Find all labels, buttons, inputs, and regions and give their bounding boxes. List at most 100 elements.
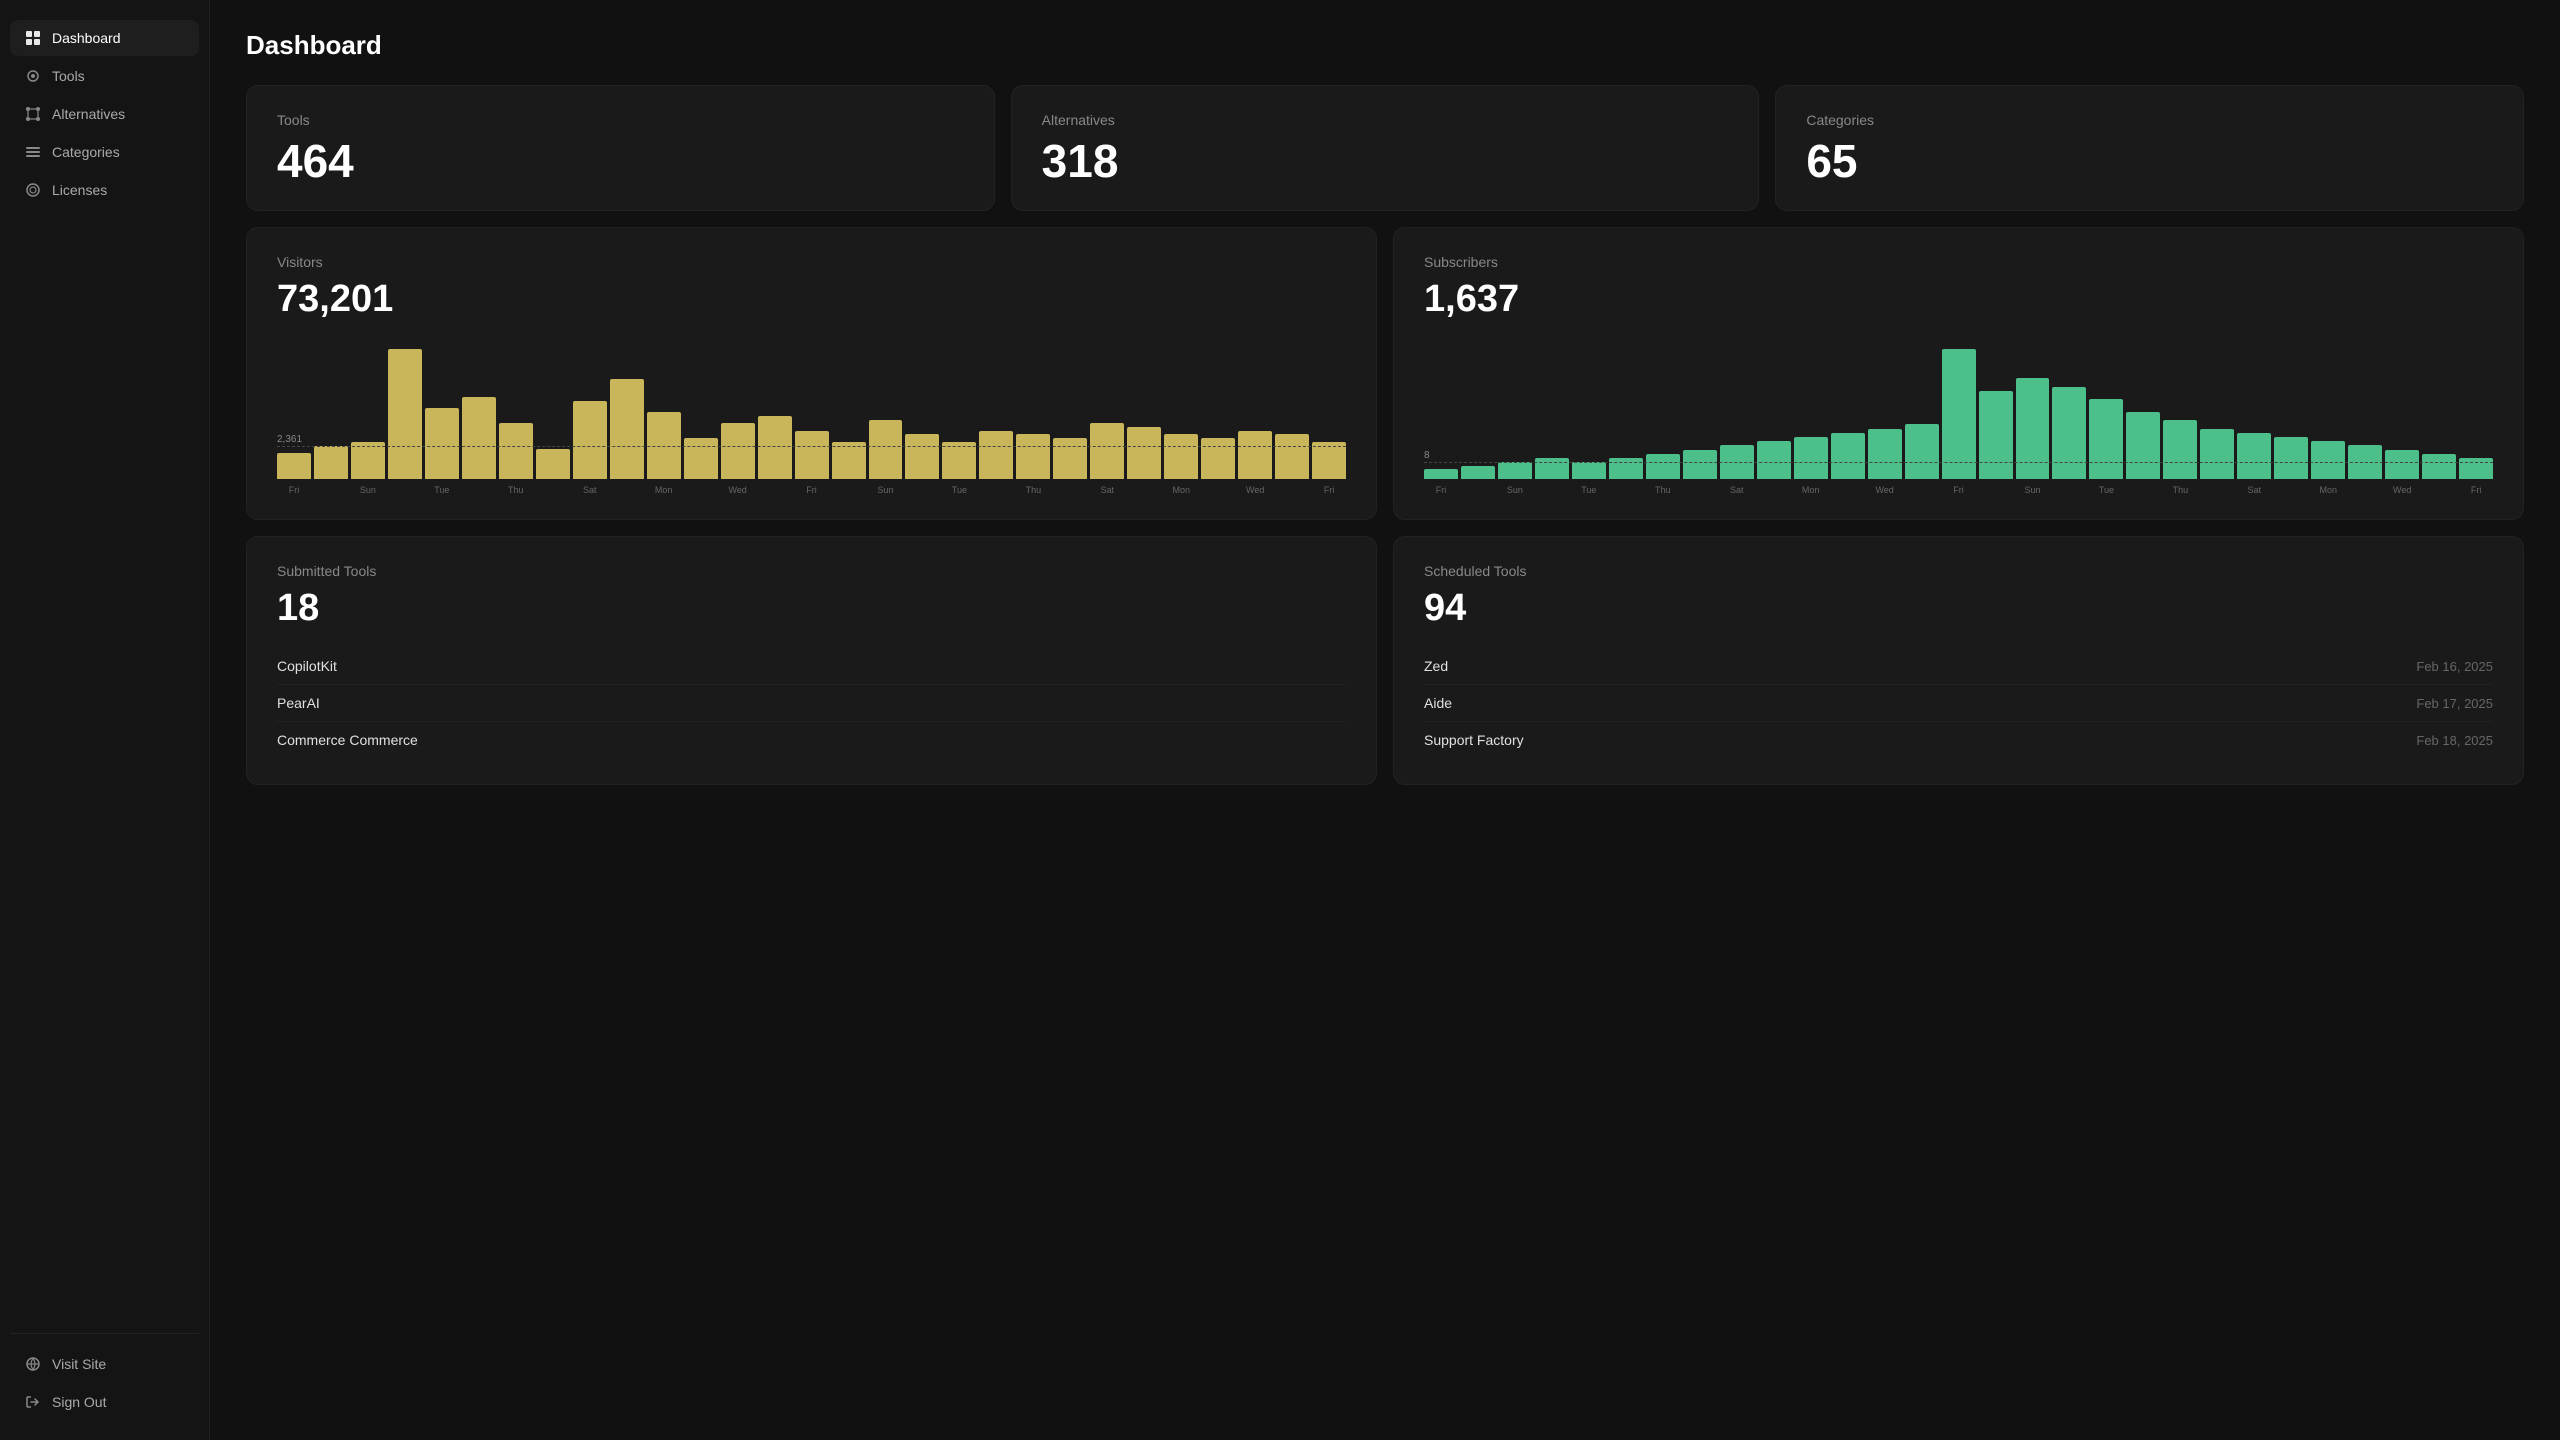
subscriber-bar — [1794, 437, 1828, 479]
stat-value-alternatives: 318 — [1042, 138, 1729, 184]
visitor-x-label: Wed — [721, 485, 755, 495]
visitor-x-label: Fri — [277, 485, 311, 495]
sidebar-item-alternatives-label: Alternatives — [52, 106, 125, 122]
subscriber-x-label: Thu — [1646, 485, 1680, 495]
visitor-bar — [499, 423, 533, 479]
visitor-x-label: Mon — [1164, 485, 1198, 495]
subscriber-bar — [1868, 429, 1902, 479]
sidebar-bottom: Visit Site Sign Out — [0, 1346, 209, 1420]
visitor-bar — [425, 408, 459, 479]
visitor-bar — [1090, 423, 1124, 479]
scheduled-tools-title: Scheduled Tools — [1424, 563, 2493, 579]
visitor-bar — [979, 431, 1013, 479]
visitor-bar — [758, 416, 792, 479]
scheduled-item-1-date: Feb 17, 2025 — [2416, 696, 2493, 711]
stat-label-tools: Tools — [277, 112, 964, 128]
visitor-bar — [462, 397, 496, 479]
alternatives-icon — [24, 105, 42, 123]
scheduled-tools-value: 94 — [1424, 587, 2493, 630]
visitor-bar — [314, 446, 348, 479]
subscribers-chart-card: Subscribers 1,637 8 FriSunTueThuSatMonWe… — [1393, 227, 2524, 520]
sidebar-item-sign-out[interactable]: Sign Out — [10, 1384, 199, 1420]
visitor-x-label — [1275, 485, 1309, 495]
sidebar-item-categories[interactable]: Categories — [10, 134, 199, 170]
stat-label-categories: Categories — [1806, 112, 2493, 128]
visitor-bar — [536, 449, 570, 479]
visitor-bar — [1201, 438, 1235, 479]
submitted-tools-list: CopilotKit PearAI Commerce Commerce — [277, 648, 1346, 758]
subscriber-bar — [2089, 399, 2123, 479]
submitted-item-0: CopilotKit — [277, 648, 1346, 685]
subscriber-x-label: Thu — [2163, 485, 2197, 495]
bottom-row: Submitted Tools 18 CopilotKit PearAI Com… — [246, 536, 2524, 785]
visitor-x-label — [462, 485, 496, 495]
subscriber-x-label — [1979, 485, 2013, 495]
sidebar-item-tools[interactable]: Tools — [10, 58, 199, 94]
sidebar-item-alternatives[interactable]: Alternatives — [10, 96, 199, 132]
visitor-bar — [1053, 438, 1087, 479]
scheduled-item-2-date: Feb 18, 2025 — [2416, 733, 2493, 748]
visitors-x-labels: FriSunTueThuSatMonWedFriSunTueThuSatMonW… — [277, 485, 1346, 495]
visitor-x-label — [1053, 485, 1087, 495]
visitors-chart-container: 2,361 FriSunTueThuSatMonWedFriSunTueThuS… — [277, 339, 1346, 499]
visitor-bar — [351, 442, 385, 479]
stat-card-categories: Categories 65 — [1775, 85, 2524, 211]
subscriber-bar — [2016, 378, 2050, 479]
sidebar-item-visit-site-label: Visit Site — [52, 1356, 106, 1372]
sidebar-item-licenses[interactable]: Licenses — [10, 172, 199, 208]
visitor-bar — [1127, 427, 1161, 479]
visitor-bar — [1238, 431, 1272, 479]
subscriber-x-label: Sun — [2016, 485, 2050, 495]
visitors-dashed-line — [277, 446, 1346, 447]
sidebar-item-visit-site[interactable]: Visit Site — [10, 1346, 199, 1382]
subscriber-x-label — [1535, 485, 1569, 495]
main-content: Dashboard Tools 464 Alternatives 318 Cat… — [210, 0, 2560, 1440]
visitor-bar — [573, 401, 607, 479]
visitor-bar — [1164, 434, 1198, 479]
subscriber-bar — [1424, 469, 1458, 479]
subscriber-x-label: Tue — [2089, 485, 2123, 495]
page-title: Dashboard — [246, 30, 2524, 61]
categories-icon — [24, 143, 42, 161]
visitor-x-label: Fri — [1312, 485, 1346, 495]
visitors-chart-title: Visitors — [277, 254, 1346, 270]
subscriber-bar — [2052, 387, 2086, 479]
subscriber-x-label: Sat — [1720, 485, 1754, 495]
subscriber-bar — [1905, 424, 1939, 479]
subscriber-x-label: Sat — [2237, 485, 2271, 495]
visitor-x-label: Sun — [351, 485, 385, 495]
visitor-bar — [869, 420, 903, 479]
subscribers-chart-value: 1,637 — [1424, 278, 2493, 321]
visitor-x-label: Wed — [1238, 485, 1272, 495]
subscribers-bars — [1424, 339, 2493, 479]
subscriber-x-label — [1609, 485, 1643, 495]
subscriber-bar — [1942, 349, 1976, 479]
submitted-tools-card: Submitted Tools 18 CopilotKit PearAI Com… — [246, 536, 1377, 785]
visitor-x-label: Sun — [869, 485, 903, 495]
stats-row: Tools 464 Alternatives 318 Categories 65 — [246, 85, 2524, 211]
visitor-x-label: Mon — [647, 485, 681, 495]
visitor-bar — [905, 434, 939, 479]
sidebar-item-categories-label: Categories — [52, 144, 120, 160]
subscriber-bar — [2274, 437, 2308, 479]
submitted-item-0-name: CopilotKit — [277, 658, 337, 674]
subscriber-x-label — [2126, 485, 2160, 495]
sidebar-item-dashboard[interactable]: Dashboard — [10, 20, 199, 56]
subscribers-chart-title: Subscribers — [1424, 254, 2493, 270]
subscribers-x-labels: FriSunTueThuSatMonWedFriSunTueThuSatMonW… — [1424, 485, 2493, 495]
subscriber-x-label — [1683, 485, 1717, 495]
stat-card-alternatives: Alternatives 318 — [1011, 85, 1760, 211]
visitor-bar — [610, 379, 644, 479]
subscriber-bar — [1461, 466, 1495, 479]
chart-row: Visitors 73,201 2,361 FriSunTueThuSatMon… — [246, 227, 2524, 520]
visitor-bar — [942, 442, 976, 479]
subscriber-bar — [1757, 441, 1791, 479]
visitor-x-label: Sat — [1090, 485, 1124, 495]
visitor-x-label: Tue — [942, 485, 976, 495]
scheduled-item-2-name: Support Factory — [1424, 732, 1524, 748]
visitors-chart-value: 73,201 — [277, 278, 1346, 321]
sidebar-divider — [10, 1333, 199, 1334]
stat-card-tools: Tools 464 — [246, 85, 995, 211]
submitted-item-2-name: Commerce Commerce — [277, 732, 418, 748]
visitor-bar — [388, 349, 422, 479]
